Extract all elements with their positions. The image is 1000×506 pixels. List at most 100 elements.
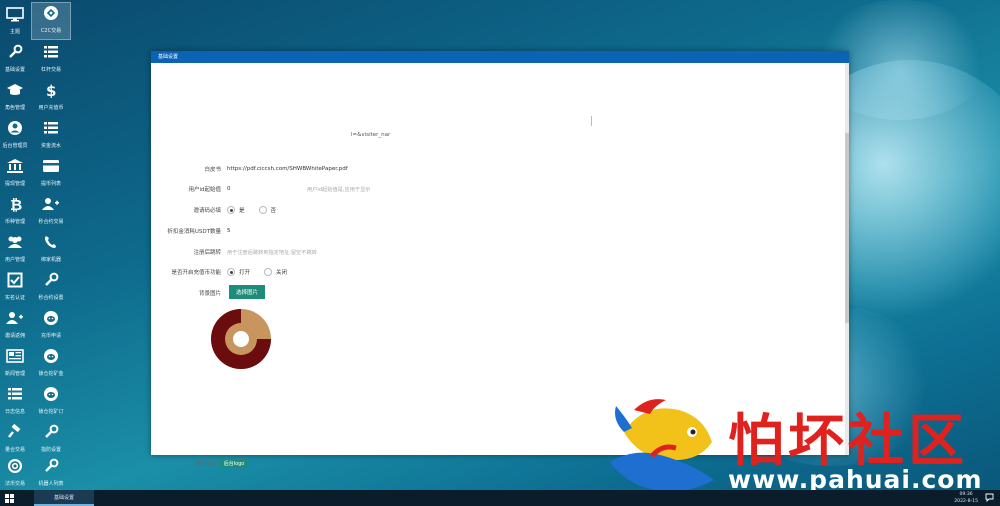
desktop-icon-label: 资金流水 — [40, 143, 61, 149]
desktop-icon-contract[interactable]: 量合交易 — [0, 422, 35, 460]
recharge-off-radio[interactable]: 关闭 — [264, 268, 287, 276]
wrench-icon — [40, 422, 62, 442]
desktop-icon-deposit-apply[interactable]: 充币申请 — [31, 308, 71, 346]
desktop-icon-label: 指防设置 — [40, 447, 61, 453]
desktop-icon-label: 杠杆交易 — [40, 67, 61, 73]
field-register-redirect: 注册后跳转 用于注册后跳转到指定地址,留空不跳转 — [151, 246, 317, 258]
taskbar-item-basic-settings[interactable]: 基础设置 — [34, 490, 94, 506]
user-circle-icon — [4, 118, 26, 138]
desktop-icon-second-settings[interactable]: 秒合约设置 — [31, 270, 71, 308]
field-label: 是否开启充值币功能 — [171, 270, 221, 276]
desktop-icon-label: 币种管理 — [4, 219, 25, 225]
recharge-on-radio[interactable]: 打开 — [227, 268, 250, 276]
scrollbar-thumb[interactable] — [845, 133, 849, 323]
desktop-icon-label: 提币列表 — [40, 181, 61, 187]
desktop-icon-bind-device[interactable]: 绑家机器 — [31, 232, 71, 270]
field-whitepaper: 白皮书 https://pdf.ciccsh.com/SHWBWhitePape… — [151, 163, 348, 175]
desktop-icon-label: C2C交易 — [40, 28, 62, 34]
field-discount-usdt: 折扣金消耗USDT数量 5 — [151, 225, 231, 237]
radio-label: 打开 — [239, 270, 251, 276]
field-label: 背景图片 — [198, 291, 221, 297]
desktop-icon-users[interactable]: 用户管理 — [0, 232, 35, 270]
desktop-icon-label: 法币交易 — [4, 481, 25, 487]
field-label: 折扣金消耗USDT数量 — [167, 229, 221, 235]
desktop-icon-kyc[interactable]: 实名认证 — [0, 270, 35, 308]
tab-home-logo[interactable]: 首页logo — [191, 460, 220, 467]
c2c-icon — [40, 3, 62, 23]
field-background-image: 背景图片 — [151, 287, 227, 299]
desktop-icon-label: 充币申请 — [40, 333, 61, 339]
logo-tabs: 首页logo 后台logo — [191, 459, 249, 468]
desktop-icon-basic-settings[interactable]: 基础设置 — [0, 42, 35, 80]
clock-date: 2022-8-15 — [954, 499, 978, 504]
desktop-icon-c2c[interactable]: C2C交易 — [31, 2, 71, 40]
radio-label: 否 — [270, 208, 277, 214]
desktop-icon-logs[interactable]: 日志信息 — [0, 384, 35, 422]
dollar-icon: $ — [40, 80, 62, 100]
text-cursor — [591, 116, 592, 126]
newspaper-icon — [4, 346, 26, 366]
field-recharge-toggle: 是否开启充值币功能 打开 关闭 — [151, 266, 301, 278]
desktop-icon-invite[interactable]: 邀请返佣 — [0, 308, 35, 346]
taskbar: 基础设置 09:36 2022-8-15 — [0, 490, 1000, 506]
reddit-icon — [40, 346, 62, 366]
desktop-icon-second-contract[interactable]: 秒合约交易 — [31, 194, 71, 232]
desktop-icon-label: 后台管理员 — [2, 143, 28, 149]
discount-usdt-input[interactable]: 5 — [227, 228, 231, 234]
desktop-icon-role[interactable]: 角色管理 — [0, 80, 35, 118]
clock-time: 09:36 — [959, 492, 973, 497]
desktop-icon-label: 用户充值币 — [38, 105, 64, 111]
desktop-icon-news[interactable]: 新闻管理 — [0, 346, 35, 384]
desktop-icon-robots[interactable]: 机器人列表 — [31, 456, 71, 494]
bitcoin-icon: ₿ — [4, 194, 26, 214]
radio-label: 是 — [239, 208, 245, 214]
desktop-icon-funds[interactable]: 资金流水 — [31, 118, 71, 156]
user-id-hint: 用户id起始值是,应用于显示 — [307, 187, 371, 193]
desktop-icon-leverage[interactable]: 杠杆交易 — [31, 42, 71, 80]
desktop-icon-index-settings[interactable]: 指防设置 — [31, 422, 71, 460]
select-image-button[interactable]: 选择图片 — [229, 285, 265, 299]
background-image-preview — [211, 309, 271, 369]
start-button[interactable] — [0, 490, 18, 506]
user-plus-icon — [4, 308, 26, 328]
svg-text:₿: ₿ — [10, 196, 22, 212]
user-id-start-input[interactable]: 0 — [227, 186, 231, 192]
desktop-icon-recharge[interactable]: $ 用户充值币 — [31, 80, 71, 118]
desktop-icon-label: 用户管理 — [4, 257, 25, 263]
field-label: 注册后跳转 — [193, 250, 221, 256]
tab-admin-logo[interactable]: 后台logo — [219, 459, 249, 468]
wrench-icon — [4, 42, 26, 62]
desktop-icon-label: 角色管理 — [4, 105, 25, 111]
desktop-icon-withdraw[interactable]: 提现管理 — [0, 156, 35, 194]
desktop-icon-label: 机器人列表 — [38, 481, 64, 487]
whitepaper-input[interactable]: https://pdf.ciccsh.com/SHWBWhitePaper.pd… — [227, 166, 348, 172]
desktop-icon-label: 绑家机器 — [40, 257, 61, 263]
reddit-icon — [40, 308, 62, 328]
desktop-icon-admin[interactable]: 后台管理员 — [0, 118, 35, 156]
taskbar-clock[interactable]: 09:36 2022-8-15 — [954, 491, 978, 505]
desktop-icon-fiat[interactable]: 法币交易 — [0, 456, 35, 494]
desktop-icon-withdraw-list[interactable]: 提币列表 — [31, 156, 71, 194]
desktop-icon-label: 基础设置 — [4, 67, 25, 73]
fish-logo-icon — [610, 399, 714, 492]
phone-icon — [40, 232, 62, 252]
radio-label: 关闭 — [276, 270, 288, 276]
invite-required-no-radio[interactable]: 否 — [258, 206, 277, 214]
desktop-icon-theme[interactable]: 主题 — [0, 4, 35, 42]
gavel-icon — [4, 422, 26, 442]
field-label: 用户id起始值 — [188, 187, 221, 193]
svg-text:$: $ — [46, 82, 56, 98]
desktop-icon-label: 日志信息 — [4, 409, 25, 415]
wrench-icon — [40, 456, 62, 476]
invite-required-yes-radio[interactable]: 是 — [227, 206, 245, 214]
users-icon — [4, 232, 26, 252]
register-redirect-input[interactable]: 用于注册后跳转到指定地址,留空不跳转 — [227, 249, 317, 256]
desktop-icon-lock-mining[interactable]: 锁仓挖矿金 — [31, 346, 71, 384]
desktop-icon-label: 锁仓挖矿订 — [38, 409, 64, 415]
window-title[interactable]: 基础设置 — [151, 51, 849, 63]
notification-icon[interactable] — [985, 493, 994, 502]
top-field-value: l=&visiter_nar — [351, 132, 391, 138]
desktop-icon-label: 锁仓挖矿金 — [38, 371, 64, 377]
desktop-icon-currency[interactable]: ₿ 币种管理 — [0, 194, 35, 232]
desktop-icon-lock-order[interactable]: 锁仓挖矿订 — [31, 384, 71, 422]
